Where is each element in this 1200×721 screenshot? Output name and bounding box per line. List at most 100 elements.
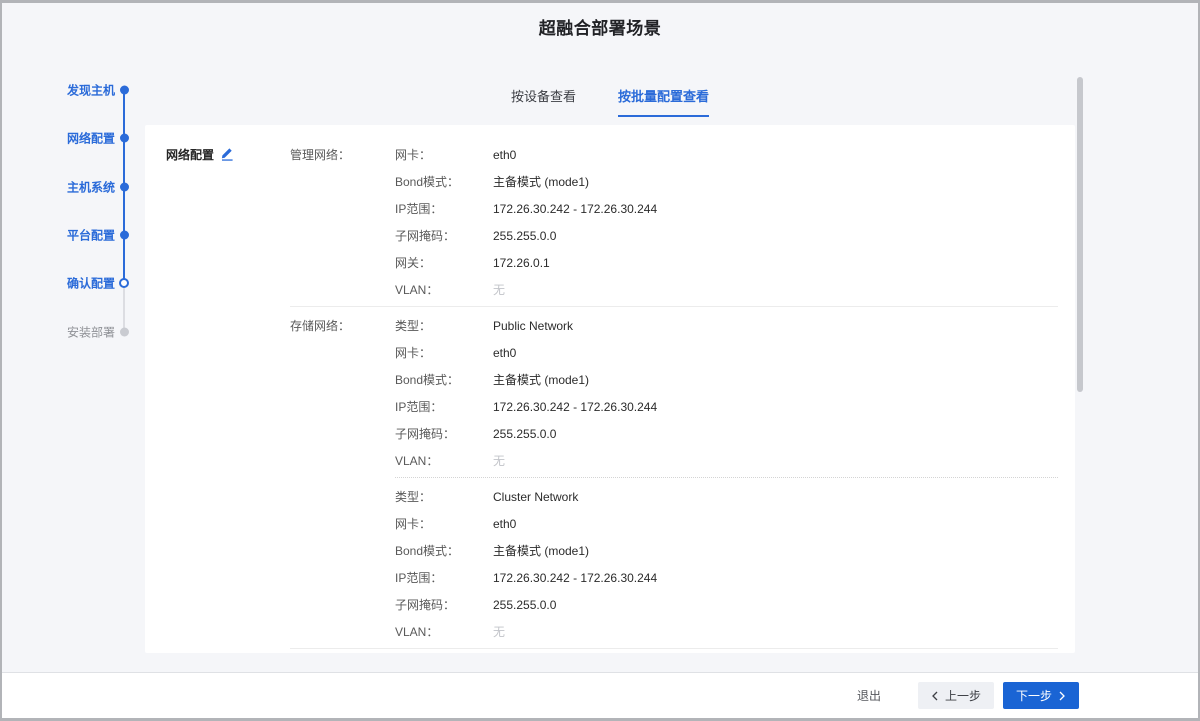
- chevron-left-icon: [931, 691, 939, 701]
- config-row: IP范围：172.26.30.242 - 172.26.30.244: [395, 394, 1058, 421]
- field-label: Bond模式：: [395, 169, 493, 196]
- config-group: 管理网络：网卡：eth0Bond模式：主备模式 (mode1)IP范围：172.…: [290, 142, 1058, 304]
- step-item-1[interactable]: 发现主机: [40, 80, 140, 100]
- field-label: 网卡：: [395, 511, 493, 538]
- field-value: Public Network: [493, 313, 573, 340]
- field-value: eth0: [493, 511, 516, 538]
- step-dot-icon: [120, 134, 129, 143]
- config-row: 网卡：eth0: [395, 340, 1058, 367]
- group-rows: 网卡：eth0Bond模式：主备模式 (mode1)IP范围：172.26.30…: [395, 142, 1058, 304]
- step-label: 安装部署: [40, 323, 115, 340]
- vertical-scrollbar-thumb[interactable]: [1077, 77, 1083, 392]
- next-step-button[interactable]: 下一步: [1003, 682, 1079, 709]
- step-label: 主机系统: [40, 178, 115, 195]
- config-group: 类型：Cluster Network网卡：eth0Bond模式：主备模式 (mo…: [290, 484, 1058, 646]
- divider-solid: [290, 648, 1058, 649]
- field-label: 网卡：: [395, 340, 493, 367]
- config-row: VLAN：无: [395, 448, 1058, 475]
- step-nav: 发现主机网络配置主机系统平台配置确认配置安装部署: [40, 75, 150, 365]
- step-dot-icon: [120, 230, 129, 239]
- field-value: 无: [493, 619, 505, 646]
- step-item-6[interactable]: 安装部署: [40, 322, 140, 342]
- group-label: 管理网络：: [290, 142, 395, 304]
- field-value: 172.26.30.242 - 172.26.30.244: [493, 196, 657, 223]
- footer-bar: 退出 上一步 下一步: [2, 672, 1198, 718]
- config-row: VLAN：无: [395, 619, 1058, 646]
- tab-by-batch-config[interactable]: 按批量配置查看: [618, 87, 709, 117]
- exit-button[interactable]: 退出: [857, 687, 881, 704]
- field-value: 255.255.0.0: [493, 223, 556, 250]
- divider-dotted: [395, 477, 1058, 478]
- step-dot-icon: [119, 278, 129, 288]
- field-label: VLAN：: [395, 619, 493, 646]
- step-item-5[interactable]: 确认配置: [40, 273, 140, 293]
- group-rows: 类型：Public Network网卡：eth0Bond模式：主备模式 (mod…: [395, 313, 1058, 475]
- step-item-3[interactable]: 主机系统: [40, 177, 140, 197]
- config-row: 类型：Cluster Network: [395, 484, 1058, 511]
- field-label: IP范围：: [395, 394, 493, 421]
- field-label: IP范围：: [395, 565, 493, 592]
- field-label: IP范围：: [395, 196, 493, 223]
- step-dot-icon: [120, 182, 129, 191]
- field-value: 255.255.0.0: [493, 592, 556, 619]
- config-row: Bond模式：主备模式 (mode1): [395, 367, 1058, 394]
- edit-pencil-icon[interactable]: [220, 146, 234, 161]
- field-value: 主备模式 (mode1): [493, 169, 589, 196]
- field-value: 主备模式 (mode1): [493, 367, 589, 394]
- step-label: 发现主机: [40, 82, 115, 99]
- config-row: Bond模式：主备模式 (mode1): [395, 169, 1058, 196]
- config-row: 子网掩码：255.255.0.0: [395, 592, 1058, 619]
- config-row: 子网掩码：255.255.0.0: [395, 223, 1058, 250]
- field-value: 172.26.30.242 - 172.26.30.244: [493, 394, 657, 421]
- deploy-wizard-window: 超融合部署场景 发现主机网络配置主机系统平台配置确认配置安装部署 按设备查看 按…: [0, 0, 1200, 721]
- config-group: 存储网络：类型：Public Network网卡：eth0Bond模式：主备模式…: [290, 313, 1058, 475]
- config-row: 网关：172.26.0.1: [395, 250, 1058, 277]
- step-dot-icon: [120, 327, 129, 336]
- field-label: 子网掩码：: [395, 223, 493, 250]
- field-value: 主备模式 (mode1): [493, 538, 589, 565]
- group-label: 存储网络：: [290, 313, 395, 475]
- field-value: Cluster Network: [493, 484, 578, 511]
- step-dot-icon: [120, 86, 129, 95]
- prev-step-button[interactable]: 上一步: [918, 682, 994, 709]
- config-row: Bond模式：主备模式 (mode1): [395, 538, 1058, 565]
- page-title: 超融合部署场景: [2, 14, 1198, 39]
- config-row: 子网掩码：255.255.0.0: [395, 421, 1058, 448]
- field-label: 类型：: [395, 313, 493, 340]
- config-row: 网卡：eth0: [395, 142, 1058, 169]
- field-label: Bond模式：: [395, 367, 493, 394]
- field-value: 172.26.0.1: [493, 250, 550, 277]
- config-row: 类型：Public Network: [395, 313, 1058, 340]
- config-groups: 管理网络：网卡：eth0Bond模式：主备模式 (mode1)IP范围：172.…: [290, 142, 1058, 653]
- step-label: 平台配置: [40, 226, 115, 243]
- chevron-right-icon: [1058, 691, 1066, 701]
- config-row: VLAN：无: [395, 277, 1058, 304]
- config-row: IP范围：172.26.30.242 - 172.26.30.244: [395, 565, 1058, 592]
- step-label: 确认配置: [40, 275, 115, 292]
- field-value: 255.255.0.0: [493, 421, 556, 448]
- field-value: eth0: [493, 142, 516, 169]
- field-value: 172.26.30.242 - 172.26.30.244: [493, 565, 657, 592]
- field-value: 无: [493, 448, 505, 475]
- step-item-4[interactable]: 平台配置: [40, 225, 140, 245]
- field-label: 子网掩码：: [395, 421, 493, 448]
- config-row: 网卡：eth0: [395, 511, 1058, 538]
- field-label: 网关：: [395, 250, 493, 277]
- field-label: 类型：: [395, 484, 493, 511]
- divider-solid: [290, 306, 1058, 307]
- group-label: [290, 484, 395, 646]
- step-label: 网络配置: [40, 130, 115, 147]
- tab-label: 按设备查看: [511, 89, 576, 104]
- field-label: VLAN：: [395, 277, 493, 304]
- group-rows: 类型：Cluster Network网卡：eth0Bond模式：主备模式 (mo…: [395, 484, 1058, 646]
- section-column: 网络配置: [166, 142, 290, 653]
- field-label: 子网掩码：: [395, 592, 493, 619]
- field-label: 网卡：: [395, 142, 493, 169]
- section-title: 网络配置: [166, 148, 214, 162]
- config-row: IP范围：172.26.30.242 - 172.26.30.244: [395, 196, 1058, 223]
- field-value: eth0: [493, 340, 516, 367]
- tab-label: 按批量配置查看: [618, 89, 709, 104]
- step-item-2[interactable]: 网络配置: [40, 128, 140, 148]
- tab-by-device[interactable]: 按设备查看: [511, 87, 576, 117]
- field-value: 无: [493, 277, 505, 304]
